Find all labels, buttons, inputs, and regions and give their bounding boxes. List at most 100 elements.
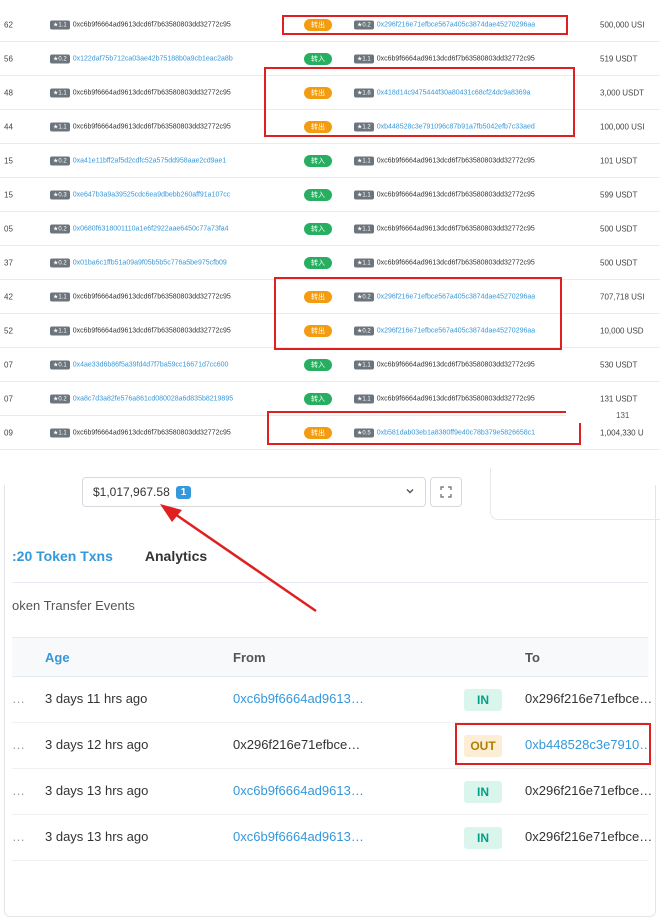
from-cell: ★0.3 0xe647b3a9a39525cdc6ea9dbebb260aff91… (50, 190, 230, 199)
table-row: 15 ★0.2 0xa41e11bff2af5d2cdfc52a575dd958aa… (0, 144, 660, 178)
from-address[interactable]: 0x01ba6c1ffb51a09a9f05b5b5c776a5be975cfb… (73, 259, 227, 266)
block-number: 42 (4, 292, 13, 301)
overlap-text: 131 (616, 411, 630, 420)
tab-analytics[interactable]: Analytics (145, 548, 207, 582)
from-address[interactable]: 0xc6b9f6664ad9613… (233, 829, 364, 844)
token-transfers-section: :20 Token Txns Analytics oken Transfer E… (12, 520, 652, 890)
from-address[interactable]: 0xe647b3a9a39525cdc6ea9dbebb260aff91a107… (73, 191, 231, 198)
block-number: 07 (4, 394, 13, 403)
block-number: 44 (4, 122, 13, 131)
amount: 707,718 USI (600, 292, 645, 301)
to-address: 0x296f216e71efbce… (525, 783, 653, 798)
token-value-dropdown[interactable]: $1,017,967.58 1 (82, 477, 426, 507)
to-cell: ★1.1 0xc6b9f6664ad9613dcd6f7b63580803dd32… (354, 224, 535, 233)
table-row: 37 ★0.2 0x01ba6c1ffb51a09a9f05b5b5c776a5be… (0, 246, 660, 280)
highlight-box (274, 277, 562, 350)
from-address[interactable]: 0x122daf75b712ca03ae42b75188b0a9cb1eac2a… (73, 55, 233, 62)
from-address[interactable]: 0xa8c7d3a82fe576a861cd080028a6d835b82198… (73, 395, 233, 402)
block-number: 56 (4, 54, 13, 63)
from-cell: ★1.1 0xc6b9f6664ad9613dcd6f7b63580803dd32… (50, 88, 231, 97)
highlight-box (264, 67, 575, 137)
highlight-box (282, 15, 568, 35)
direction-badge: IN (464, 827, 502, 849)
age-cell: 3 days 11 hrs ago (45, 691, 148, 706)
amount: 1,004,330 U (600, 428, 644, 437)
block-number: 52 (4, 326, 13, 335)
adjacent-panel (490, 468, 660, 520)
from-score-badge: ★1.1 (50, 326, 70, 335)
expand-icon (440, 486, 452, 498)
to-score-badge: ★1.1 (354, 258, 374, 267)
from-cell: ★0.2 0x01ba6c1ffb51a09a9f05b5b5c776a5be97… (50, 258, 227, 267)
to-address: 0xc6b9f6664ad9613dcd6f7b63580803dd32772c… (376, 55, 535, 62)
block-number: 05 (4, 224, 13, 233)
from-score-badge: ★0.2 (50, 394, 70, 403)
from-score-badge: ★1.1 (50, 122, 70, 131)
amount: 101 USDT (600, 156, 638, 165)
from-cell: ★0.2 0x0680f6318001110a1e6f2922aae6450c77… (50, 224, 229, 233)
amount: 500 USDT (600, 224, 638, 233)
overlap-mask (566, 405, 660, 423)
direction-badge: 转入 (304, 52, 332, 65)
token-transfer-table: 62 ★1.1 0xc6b9f6664ad9613dcd6f7b63580803dd… (0, 0, 660, 450)
from-address[interactable]: 0xc6b9f6664ad9613… (233, 783, 364, 798)
token-count-badge: 1 (175, 485, 192, 499)
amount: 10,000 USD (600, 326, 644, 335)
chevron-down-icon (406, 489, 414, 494)
from-address: 0xc6b9f6664ad9613dcd6f7b63580803dd32772c… (72, 123, 231, 130)
amount: 100,000 USI (600, 122, 645, 131)
direction-badge: 转入 (304, 154, 332, 167)
token-value: $1,017,967.58 (93, 485, 170, 499)
section-subtitle: oken Transfer Events (12, 598, 135, 613)
to-address: 0xc6b9f6664ad9613dcd6f7b63580803dd32772c… (376, 191, 535, 198)
to-cell: ★1.1 0xc6b9f6664ad9613dcd6f7b63580803dd32… (354, 394, 535, 403)
amount: 530 USDT (600, 360, 638, 369)
to-address: 0xc6b9f6664ad9613dcd6f7b63580803dd32772c… (376, 157, 535, 164)
table-row: 15 ★0.3 0xe647b3a9a39525cdc6ea9dbebb260aff… (0, 178, 660, 212)
from-address[interactable]: 0x0680f6318001110a1e6f2922aae6450c77a73f… (73, 225, 229, 232)
block-number: 09 (4, 428, 13, 437)
to-cell: ★1.1 0xc6b9f6664ad9613dcd6f7b63580803dd32… (354, 190, 535, 199)
age-cell: 3 days 12 hrs ago (45, 737, 149, 752)
tab-token-txns[interactable]: :20 Token Txns (12, 548, 113, 582)
truncated-cell: … (12, 737, 25, 752)
transfer-row: … 3 days 13 hrs ago 0xc6b9f6664ad9613… IN 0x… (12, 769, 652, 815)
to-score-badge: ★1.1 (354, 224, 374, 233)
truncated-cell: … (12, 783, 25, 798)
amount: 599 USDT (600, 190, 638, 199)
to-address: 0xc6b9f6664ad9613dcd6f7b63580803dd32772c… (376, 225, 535, 232)
to-address: 0xc6b9f6664ad9613dcd6f7b63580803dd32772c… (376, 395, 535, 402)
truncated-cell: … (12, 829, 25, 844)
to-score-badge: ★1.1 (354, 190, 374, 199)
from-cell: ★1.1 0xc6b9f6664ad9613dcd6f7b63580803dd32… (50, 122, 231, 131)
from-score-badge: ★1.1 (50, 20, 70, 29)
block-number: 07 (4, 360, 13, 369)
from-address[interactable]: 0xa41e11bff2af5d2cdfc52a575dd958aae2cd9a… (73, 157, 227, 164)
from-score-badge: ★0.2 (50, 54, 70, 63)
from-address[interactable]: 0x4ae33d6b86f5a39fd4d7f7ba59cc16671d7cc6… (73, 361, 229, 368)
direction-badge: 转入 (304, 392, 332, 405)
direction-badge: 转入 (304, 222, 332, 235)
divider (12, 582, 648, 583)
from-score-badge: ★0.3 (50, 190, 70, 199)
from-address: 0x296f216e71efbce… (233, 737, 361, 752)
from-score-badge: ★0.2 (50, 224, 70, 233)
direction-badge: IN (464, 689, 502, 711)
tab-bar: :20 Token Txns Analytics (12, 548, 207, 582)
expand-button[interactable] (430, 477, 462, 507)
from-cell: ★1.1 0xc6b9f6664ad9613dcd6f7b63580803dd32… (50, 20, 231, 29)
direction-badge: IN (464, 781, 502, 803)
from-cell: ★0.2 0xa8c7d3a82fe576a861cd080028a6d835b8… (50, 394, 233, 403)
from-cell: ★0.1 0x4ae33d6b86f5a39fd4d7f7ba59cc16671d… (50, 360, 228, 369)
from-address: 0xc6b9f6664ad9613dcd6f7b63580803dd32772c… (72, 293, 231, 300)
from-score-badge: ★1.1 (50, 428, 70, 437)
to-score-badge: ★1.1 (354, 360, 374, 369)
column-header-age[interactable]: Age (45, 650, 70, 665)
highlight-box (267, 411, 581, 445)
from-cell: ★1.1 0xc6b9f6664ad9613dcd6f7b63580803dd32… (50, 292, 231, 301)
block-number: 37 (4, 258, 13, 267)
to-cell: ★1.1 0xc6b9f6664ad9613dcd6f7b63580803dd32… (354, 156, 535, 165)
block-number: 15 (4, 190, 13, 199)
from-address[interactable]: 0xc6b9f6664ad9613… (233, 691, 364, 706)
truncated-cell: … (12, 691, 25, 706)
